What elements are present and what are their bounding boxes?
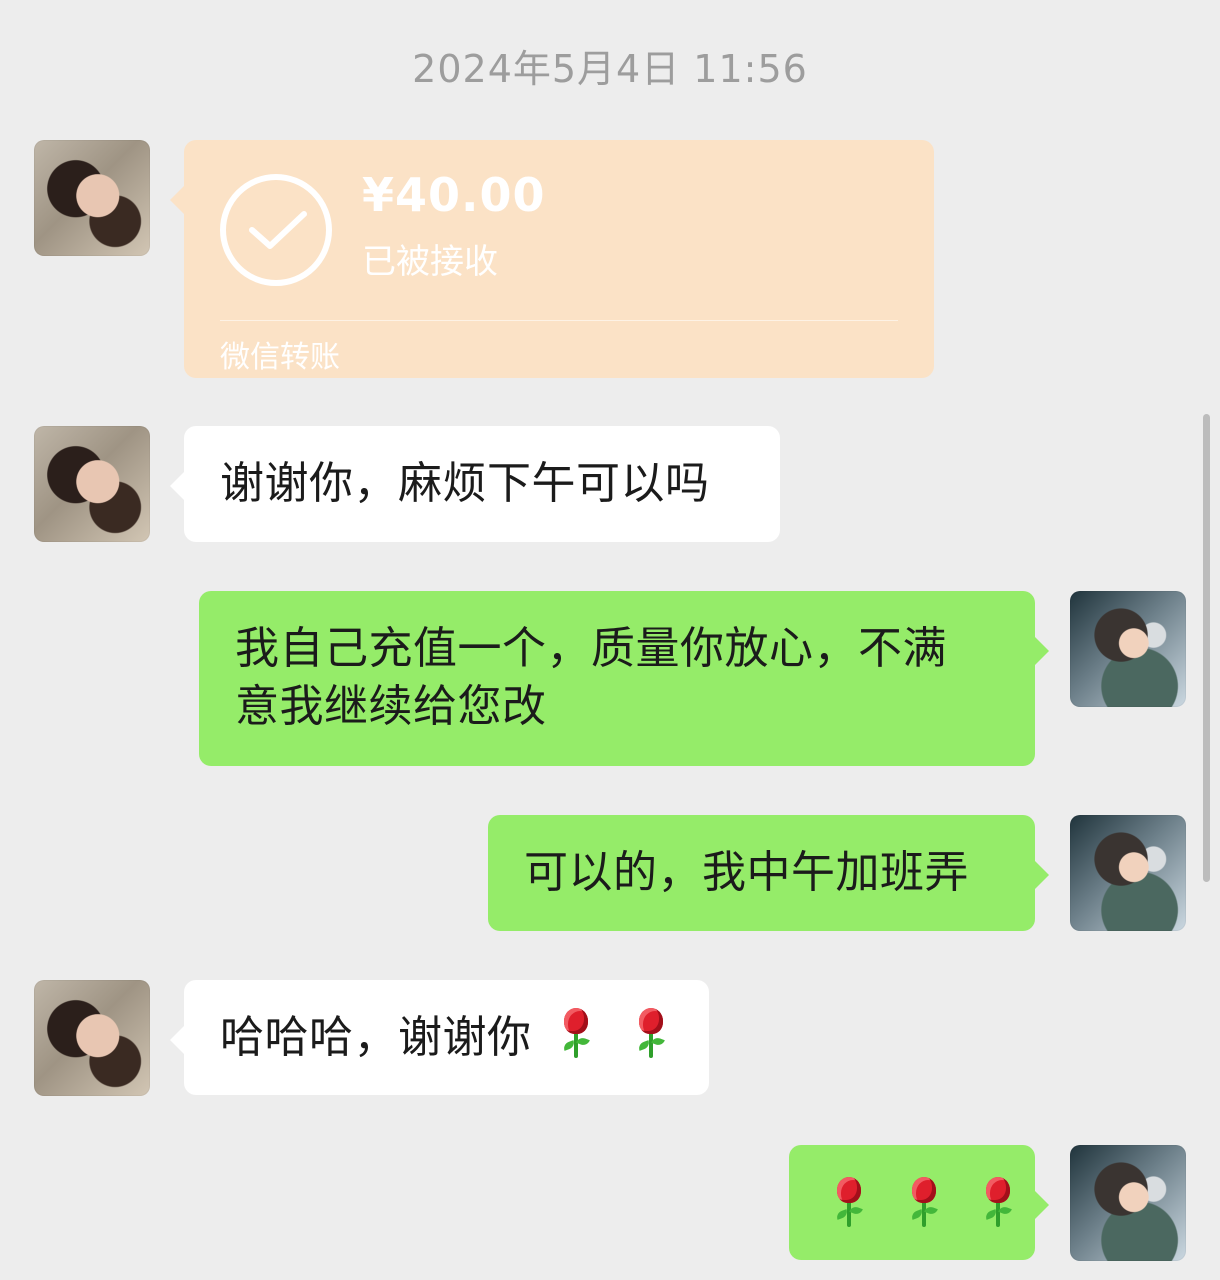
- outgoing-message-bubble[interactable]: [789, 1145, 1049, 1260]
- user-avatar[interactable]: [1070, 1145, 1186, 1261]
- check-circle-icon: [220, 174, 332, 286]
- transfer-label: 微信转账: [220, 340, 340, 375]
- message-text: 哈哈哈，谢谢你: [220, 1012, 532, 1063]
- rose-emoji-icon: [633, 1008, 669, 1062]
- rose-emoji-icon: [558, 1008, 594, 1062]
- incoming-message-bubble[interactable]: 谢谢你，麻烦下午可以吗: [170, 426, 780, 542]
- transfer-status: 已被接收: [362, 242, 498, 282]
- message-text: 可以的，我中午加班弄: [524, 847, 969, 898]
- message-text-line-1: 我自己充值一个，质量你放心，不满: [235, 623, 947, 674]
- outgoing-message-bubble[interactable]: 可以的，我中午加班弄: [488, 815, 1049, 931]
- rose-emoji-icon: [831, 1177, 867, 1231]
- user-avatar[interactable]: [1070, 815, 1186, 931]
- outgoing-message-bubble[interactable]: 我自己充值一个，质量你放心，不满 意我继续给您改: [199, 591, 1049, 766]
- message-text-line-2: 意我继续给您改: [235, 681, 547, 732]
- transfer-amount: ¥40.00: [362, 168, 546, 222]
- message-text: 谢谢你，麻烦下午可以吗: [220, 458, 710, 509]
- contact-avatar[interactable]: [34, 980, 150, 1096]
- rose-emoji-icon: [906, 1177, 942, 1231]
- transfer-divider: [220, 320, 898, 321]
- incoming-message-bubble[interactable]: 哈哈哈，谢谢你: [170, 980, 709, 1095]
- rose-emoji-icon: [980, 1177, 1016, 1231]
- contact-avatar[interactable]: [34, 140, 150, 256]
- message-timestamp: 2024年5月4日 11:56: [412, 47, 808, 91]
- user-avatar[interactable]: [1070, 591, 1186, 707]
- transfer-card[interactable]: ¥40.00 已被接收 微信转账: [170, 140, 934, 378]
- chat-scrollbar[interactable]: [1203, 414, 1210, 882]
- contact-avatar[interactable]: [34, 426, 150, 542]
